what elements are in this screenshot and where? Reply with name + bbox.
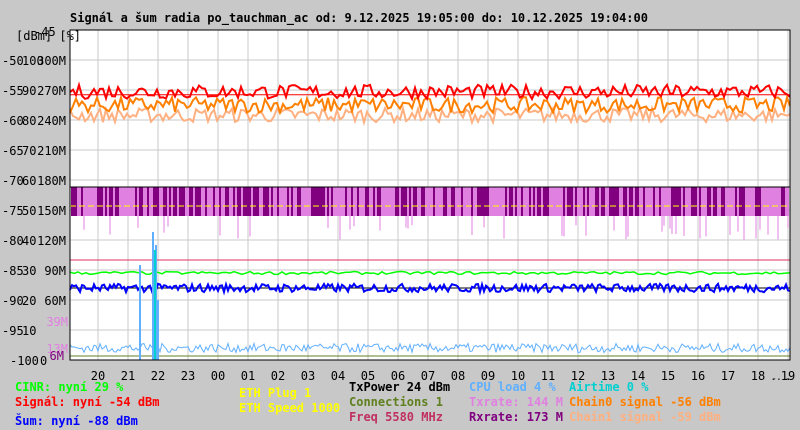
y-tick-pct: 80	[22, 114, 36, 128]
x-tick-label: 12	[571, 369, 585, 380]
x-tick-label: 18	[751, 369, 765, 380]
y-tick-dbm: -60	[2, 114, 24, 128]
x-tick-label: 02	[271, 369, 285, 380]
x-tick-label: 11	[541, 369, 555, 380]
y-tick-dbm: -70	[2, 174, 24, 188]
x-tick-label: 10	[511, 369, 525, 380]
y-tick-pct: 70	[22, 144, 36, 158]
legend-noise: Šum: nyní -88 dBm	[15, 414, 138, 428]
y-tick-pct: 30	[22, 264, 36, 278]
legend-freq: Freq 5580 MHz	[349, 410, 443, 424]
y-axis-unit: [dBm] [%]	[16, 29, 81, 43]
x-tick-label: 07	[421, 369, 435, 380]
chart-plot: 20 21 22 23 00 01 02 03 04 05 06 07 08 09 10 11 12 13 14 15…	[2, 25, 795, 380]
y-tick-rate: 300M	[37, 54, 66, 68]
x-tick-label: 05	[361, 369, 375, 380]
y-tick-pct: 40	[22, 234, 36, 248]
x-tick-label: 04	[331, 369, 345, 380]
x-tick-label: 23	[181, 369, 195, 380]
x-tick-label: 00	[211, 369, 225, 380]
legend-txpower: TxPower 24 dBm	[349, 380, 451, 394]
y-tick-dbm: -95	[2, 324, 24, 338]
legend-txrate: Txrate: 144 M	[469, 395, 563, 409]
y-tick-rate: 210M	[37, 144, 66, 158]
x-tick-label: 09	[481, 369, 495, 380]
x-tick-label: 21	[121, 369, 135, 380]
y-tick-pct: 20	[22, 294, 36, 308]
x-tick-label: 14	[631, 369, 645, 380]
legend-eth-speed: ETH Speed 1000	[239, 401, 341, 415]
y-tick-pct: 0	[40, 354, 47, 368]
y-tick-dbm: -80	[2, 234, 24, 248]
y-tick-rate: 120M	[37, 234, 66, 248]
y-tick-pct: 50	[22, 204, 36, 218]
y-tick-rate: 240M	[37, 114, 66, 128]
y-tick-dbm: -85	[2, 264, 24, 278]
legend-rxrate: Rxrate: 173 M	[469, 410, 563, 424]
legend-cpu: CPU load 4 %	[469, 380, 556, 394]
y-tick-rate: 270M	[37, 84, 66, 98]
x-tick-label: 08	[451, 369, 465, 380]
x-tick-label: 20	[91, 369, 105, 380]
y-tick-dbm: -65	[2, 144, 24, 158]
x-axis-unit: [h]	[770, 377, 792, 380]
y-tick-dbm: -55	[2, 84, 24, 98]
rate-label-39m: 39M	[46, 315, 68, 329]
x-tick-label: 01	[241, 369, 255, 380]
legend-eth-plug: ETH Plug 1	[239, 386, 312, 400]
y-tick-rate: 60M	[44, 294, 66, 308]
y-tick-dbm: -90	[2, 294, 24, 308]
legend-chain0: Chain0 signal -56 dBm	[569, 395, 721, 409]
x-tick-label: 16	[691, 369, 705, 380]
y-tick-dbm: -100	[10, 354, 39, 368]
x-tick-label: 06	[391, 369, 405, 380]
legend-cinr: CINR: nyní 29 %	[15, 380, 124, 394]
legend-signal: Signál: nyní -54 dBm	[15, 395, 160, 409]
y-tick-pct: 90	[22, 84, 36, 98]
y-tick-pct: 60	[22, 174, 36, 188]
y-tick-pct: 10	[22, 324, 36, 338]
y-tick-rate: 90M	[44, 264, 66, 278]
x-tick-label: 22	[151, 369, 165, 380]
x-tick-label: 15	[661, 369, 675, 380]
y-tick-dbm: -75	[2, 204, 24, 218]
x-tick-label: 13	[601, 369, 615, 380]
x-tick-label: 17	[721, 369, 735, 380]
legend-airtime: Airtime 0 %	[569, 380, 649, 394]
x-tick-label: 03	[301, 369, 315, 380]
y-tick-rate: 180M	[37, 174, 66, 188]
legend-chain1: Chain1 signal -59 dBm	[569, 410, 721, 424]
y-tick-dbm: -50	[2, 54, 24, 68]
rate-label-6m: 6M	[50, 349, 64, 363]
y-tick-rate: 150M	[37, 204, 66, 218]
legend-connections: Connections 1	[349, 395, 443, 409]
